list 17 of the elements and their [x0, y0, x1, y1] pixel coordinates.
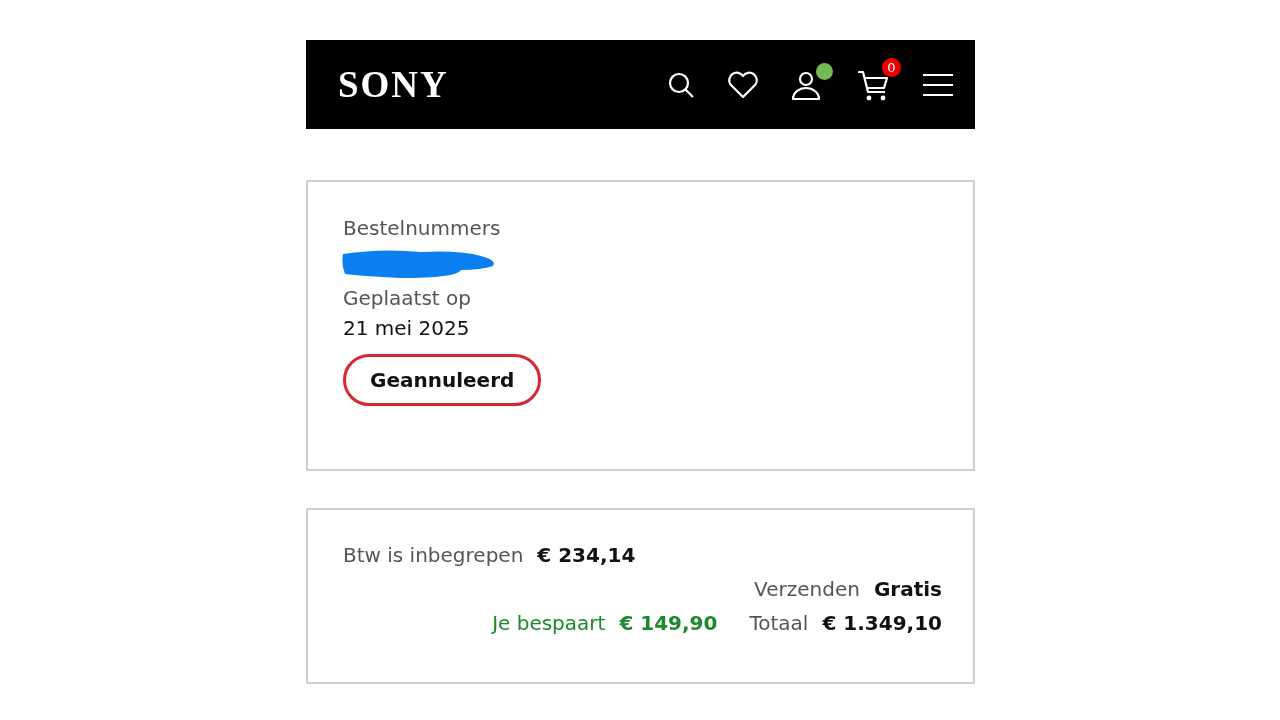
vat-label: Btw is inbegrepen	[343, 543, 524, 567]
menu-icon[interactable]	[923, 72, 953, 97]
heart-icon[interactable]	[727, 70, 759, 99]
savings-amount: € 149,90	[619, 611, 718, 635]
total-label: Totaal	[749, 611, 809, 635]
total-amount: € 1.349,10	[822, 611, 942, 635]
order-number-label: Bestelnummers	[343, 216, 501, 240]
cart-count: 0	[882, 57, 901, 77]
brand-logo[interactable]: SONY	[338, 63, 449, 106]
placed-date-label: Geplaatst op	[343, 286, 471, 310]
placed-date: 21 mei 2025	[343, 316, 470, 340]
shipping-label: Verzenden	[754, 577, 860, 601]
vat-amount: € 234,14	[537, 543, 636, 567]
status-badge: Geannuleerd	[343, 354, 542, 406]
shipping-value: Gratis	[873, 577, 942, 601]
search-icon[interactable]	[667, 70, 695, 99]
savings-label: Je bespaart	[492, 611, 606, 635]
